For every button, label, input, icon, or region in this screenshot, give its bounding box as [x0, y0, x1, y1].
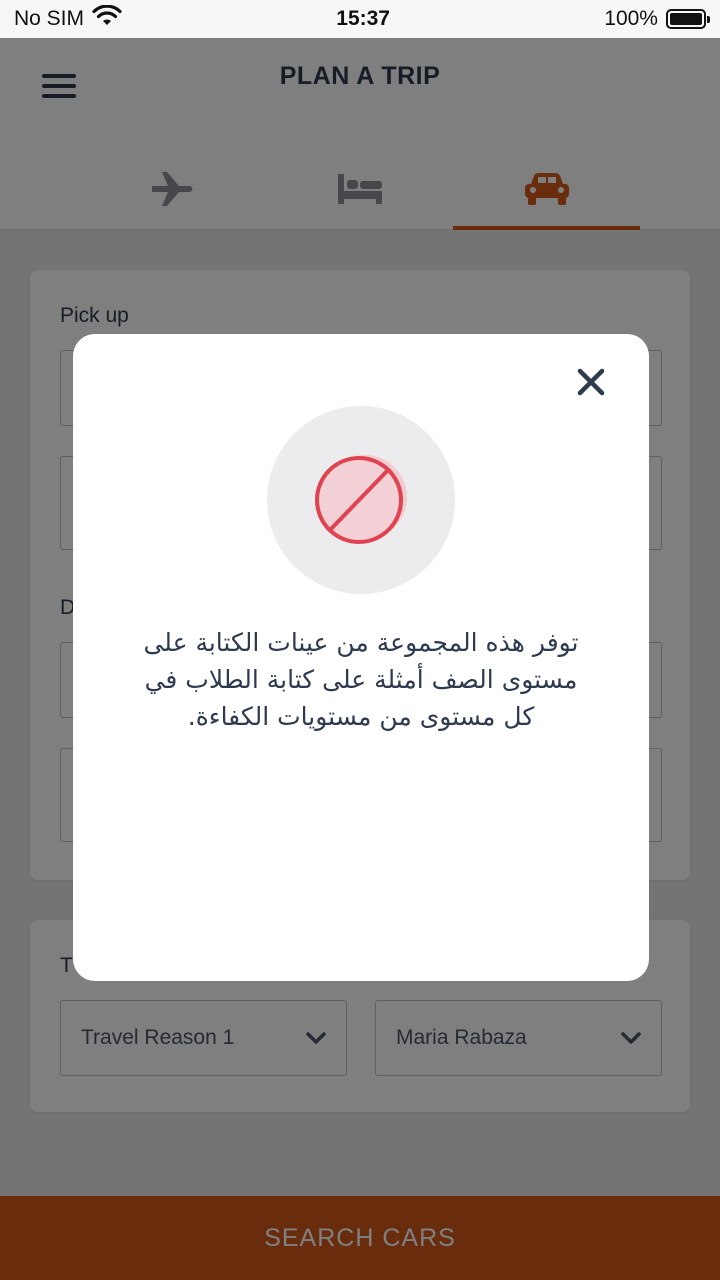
battery-percent: 100%: [604, 7, 658, 30]
battery-icon: [665, 9, 710, 29]
wifi-icon: [92, 4, 122, 33]
status-right: 100%: [604, 7, 710, 31]
close-icon[interactable]: [571, 362, 611, 402]
status-left: No SIM: [14, 4, 122, 33]
status-time: 15:37: [336, 7, 390, 30]
error-dialog: توفر هذه المجموعة من عينات الكتابة على م…: [73, 334, 649, 981]
error-icon-badge: [267, 406, 455, 594]
prohibited-icon: [315, 455, 407, 544]
dialog-message: توفر هذه المجموعة من عينات الكتابة على م…: [143, 628, 579, 731]
carrier-label: No SIM: [14, 7, 85, 30]
status-bar: No SIM 15:37 100%: [0, 0, 720, 38]
